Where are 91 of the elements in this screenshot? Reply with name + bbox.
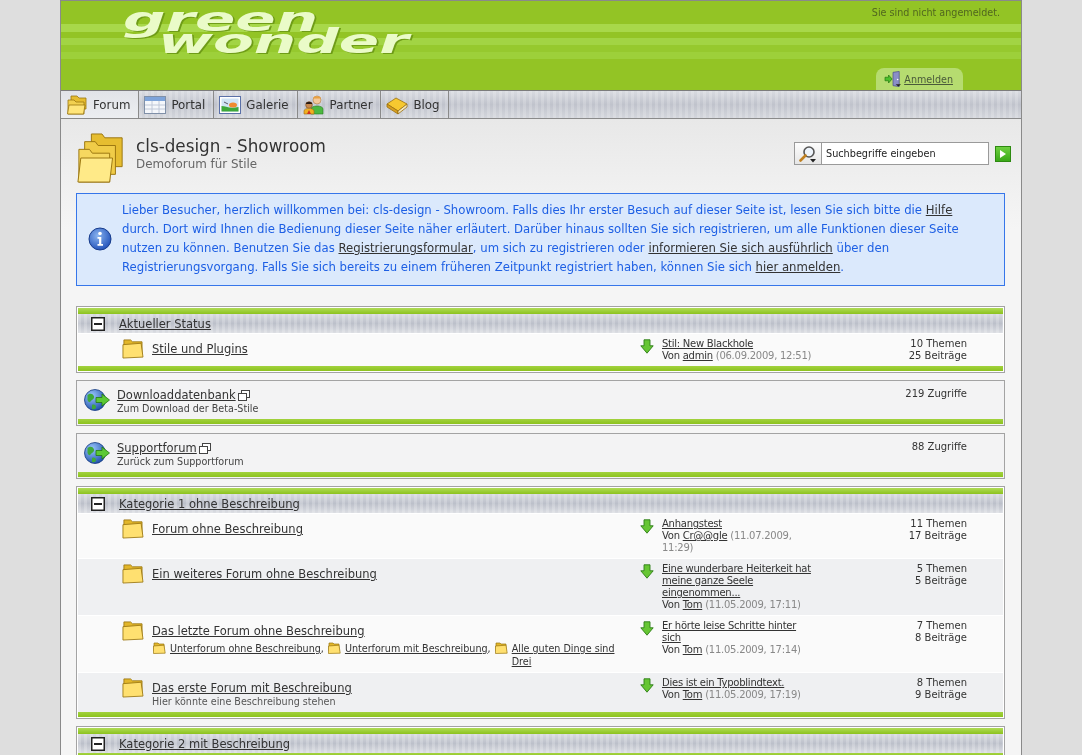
last-post-meta: Von Cr@@gle (11.07.2009, 11:29) (662, 530, 793, 554)
category-title-link[interactable]: Kategorie 1 ohne Beschreibung (119, 496, 300, 511)
folder-icon (120, 620, 145, 641)
new-window-icon (198, 442, 211, 454)
search-icon (799, 144, 817, 163)
post-count: 9 Beiträge (914, 689, 967, 701)
site-logo: green wonder (123, 8, 409, 54)
hit-count: 88 Zugriffe (911, 440, 967, 453)
search-submit-button[interactable] (995, 145, 1011, 162)
forum-link[interactable]: Das erste Forum mit Beschreibung (152, 681, 352, 695)
nav-tab[interactable]: Portal (139, 91, 215, 118)
nav-tab[interactable]: Galerie (214, 91, 298, 118)
picture-icon (219, 94, 242, 115)
last-post-meta: Von Tom (11.05.2009, 17:14) (662, 644, 802, 656)
collapse-icon[interactable] (91, 316, 105, 331)
table-icon (144, 94, 167, 115)
search-options-button[interactable] (794, 142, 822, 165)
last-post-link[interactable]: Dies ist ein Typoblindtext. (662, 677, 814, 689)
author-link[interactable]: admin (682, 350, 713, 361)
topic-count: 8 Themen (915, 677, 967, 689)
globe-arrow-icon (84, 388, 110, 412)
login-status-text: Sie sind nicht angemeldet. (871, 7, 1000, 18)
nav-tab[interactable]: Partner (297, 91, 382, 118)
globe-arrow-icon (84, 441, 110, 465)
last-post-link[interactable]: Eine wunderbare Heiterkeit hat meine ganze Seele eingenommen... (662, 563, 814, 599)
list-separator: , (487, 642, 491, 655)
board-description: Zurück zum Supportforum (117, 456, 245, 468)
folder-icon (120, 677, 145, 698)
nav-tab[interactable]: Forum (61, 91, 140, 118)
author-link[interactable]: Tom (682, 599, 703, 610)
subforum-link[interactable]: Alle guten Dinge sind Drei (511, 642, 618, 668)
forum-description: Hier könnte eine Beschreibung stehen (152, 696, 337, 708)
info-link[interactable]: Hilfe (925, 203, 953, 217)
info-link[interactable]: informieren Sie sich ausführlich (648, 241, 833, 255)
folder-icon (152, 642, 166, 654)
author-link[interactable]: Tom (682, 689, 703, 700)
category-title-link[interactable]: Kategorie 2 mit Beschreibung (119, 736, 290, 751)
last-post-meta: Von admin (06.09.2009, 12:51) (662, 350, 813, 362)
board-link[interactable]: Downloaddatenbank (117, 387, 236, 403)
subforum-link[interactable]: Unterforum ohne Beschreibung (170, 642, 321, 655)
post-count: 5 Beiträge (914, 575, 967, 587)
arrow-down-icon[interactable] (640, 564, 654, 579)
last-post-link[interactable]: Anhangstest (662, 518, 814, 530)
list-separator: , (320, 642, 324, 655)
new-window-icon (237, 389, 250, 401)
nav-tab[interactable]: Blog (381, 91, 449, 118)
topic-count: 10 Themen (909, 338, 967, 350)
board-description: Zum Download der Beta-Stile (117, 403, 260, 415)
info-link[interactable]: Registrierungsformular (338, 241, 473, 255)
last-post-link[interactable]: Er hörte leise Schritte hinter sich (662, 620, 814, 644)
folder-icon (493, 642, 508, 654)
play-icon (1000, 149, 1006, 158)
post-count: 25 Beiträge (907, 350, 967, 362)
category-title-link[interactable]: Aktueller Status (119, 316, 211, 331)
folder-icon (120, 518, 145, 539)
forum-link[interactable]: Forum ohne Beschreibung (152, 522, 303, 536)
info-icon (88, 227, 112, 251)
search-field[interactable]: Suchbegriffe eingeben (822, 142, 989, 165)
info-message: Lieber Besucher, herzlich willkommen bei: cls-design - Showroom. Falls dies Ihr erster Besuch auf dieser Seite ist, lesen Sie sich bitte die Hilfe durch. Dort wird Ihnen die Bedienung dieser Seite näher erläutert. Darüber hinaus sollten Sie sich registrieren, um alle Funktionen dieser Seite nutzen zu können. Benutzen Sie das Registrierungsformular, um sich zu registrieren oder informieren Sie sich ausführlich über den Registrierungsvorgang. Falls Sie sich bereits zu einem früheren Zeitpunkt registriert haben, können Sie sich hier anmelden. (122, 202, 960, 276)
post-count: 8 Beiträge (914, 632, 967, 644)
folder-icon (120, 338, 145, 359)
forum-link[interactable]: Ein weiteres Forum ohne Beschreibung (152, 567, 377, 581)
topic-count: 5 Themen (915, 563, 967, 575)
page-subtitle: Demoforum für Stile (136, 157, 259, 171)
folder-icon (120, 563, 145, 584)
forum-link[interactable]: Das letzte Forum ohne Beschreibung (152, 624, 365, 638)
login-tab[interactable]: Anmelden (876, 68, 963, 90)
folders-icon (66, 94, 88, 115)
topic-count: 11 Themen (909, 518, 967, 530)
collapse-icon[interactable] (91, 496, 105, 511)
author-link[interactable]: Cr@@gle (682, 530, 728, 541)
folders-icon (76, 132, 126, 184)
last-post-meta: Von Tom (11.05.2009, 17:11) (662, 599, 802, 611)
post-count: 17 Beiträge (907, 530, 967, 542)
last-post-link[interactable]: Stil: New Blackhole (662, 338, 814, 350)
people-icon (302, 94, 325, 115)
board-link[interactable]: Supportforum (117, 440, 197, 456)
last-post-meta: Von Tom (11.05.2009, 17:19) (662, 689, 802, 701)
collapse-icon[interactable] (91, 736, 105, 751)
folder-icon (326, 642, 341, 654)
arrow-down-icon[interactable] (640, 678, 654, 693)
page-title: cls-design - Showroom (136, 136, 326, 157)
topic-count: 7 Themen (915, 620, 967, 632)
arrow-down-icon[interactable] (640, 339, 654, 354)
forum-link[interactable]: Stile und Plugins (152, 342, 248, 356)
author-link[interactable]: Tom (682, 644, 703, 655)
hit-count: 219 Zugriffe (905, 387, 967, 400)
door-arrow-icon (884, 71, 903, 87)
arrow-down-icon[interactable] (640, 519, 654, 534)
arrow-down-icon[interactable] (640, 621, 654, 636)
subforum-link[interactable]: Unterforum mit Beschreibung (344, 642, 488, 655)
